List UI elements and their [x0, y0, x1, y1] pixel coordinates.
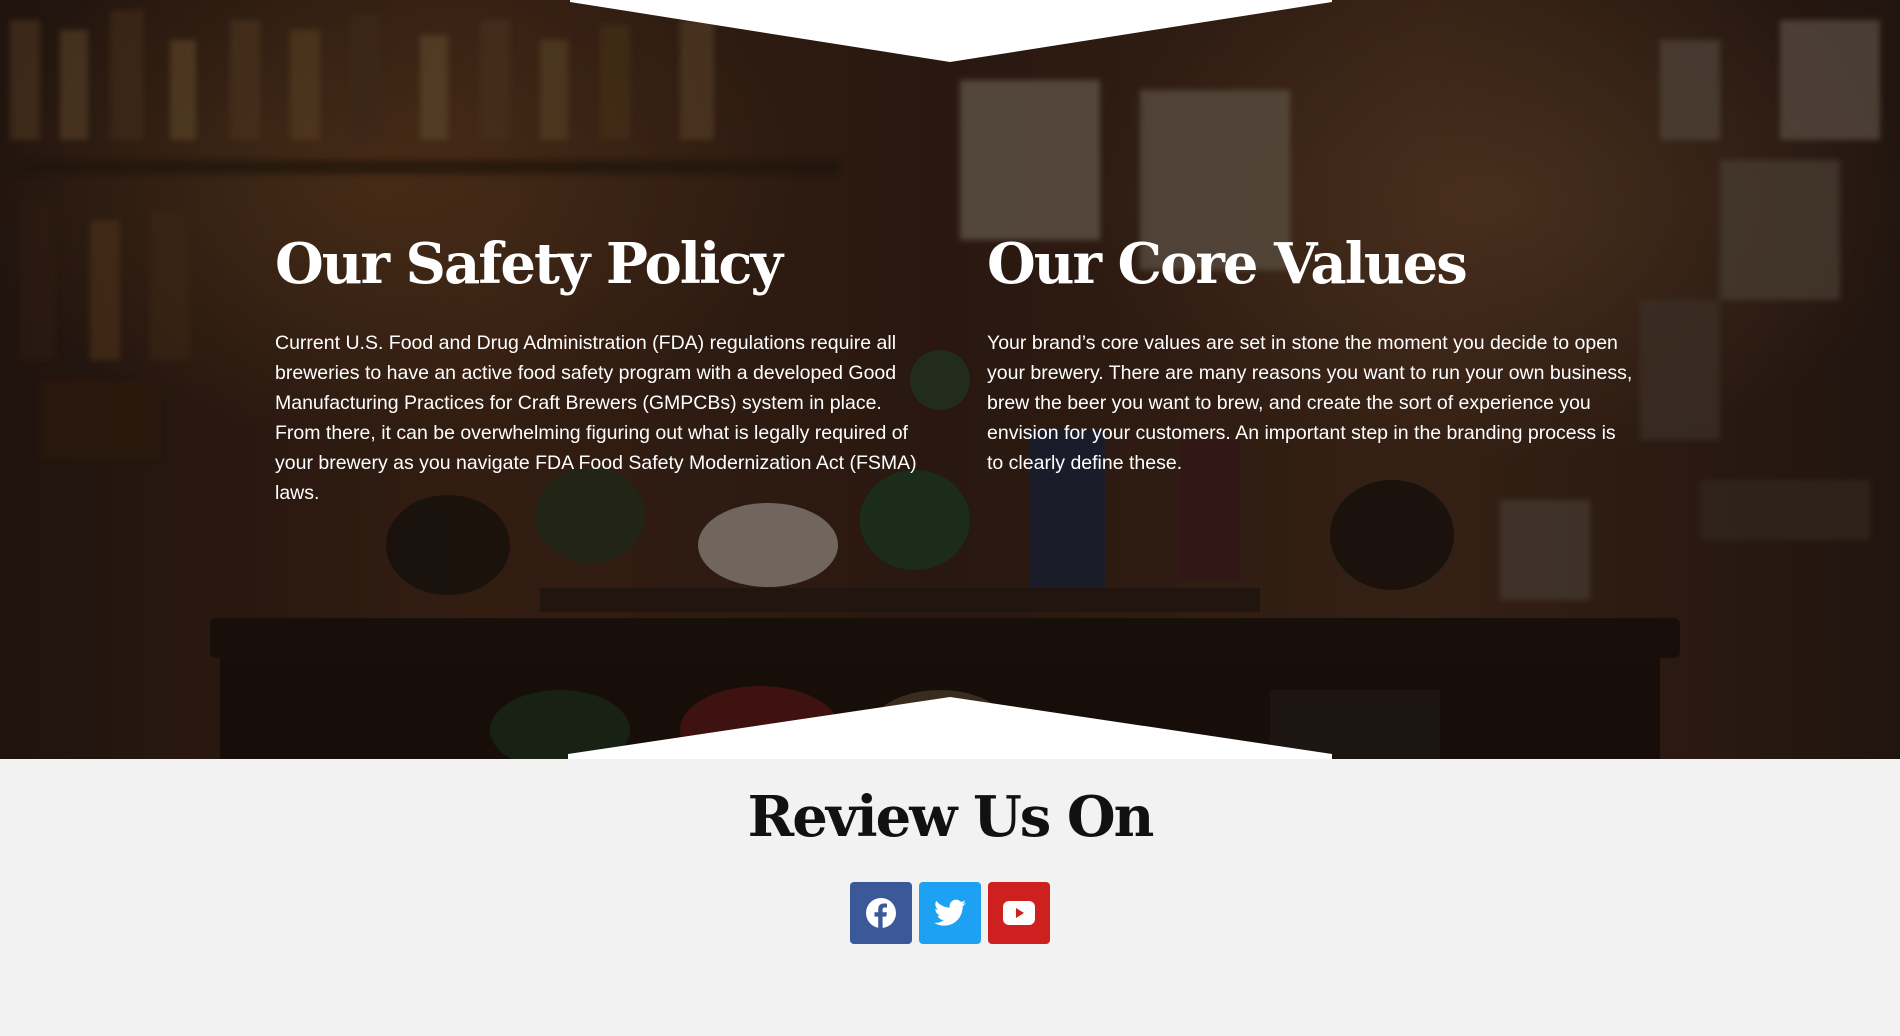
core-values-column: Our Core Values Your brand’s core values…	[987, 230, 1637, 478]
safety-policy-text: Current U.S. Food and Drug Administratio…	[275, 332, 917, 504]
facebook-icon	[866, 898, 896, 928]
youtube-icon	[1003, 901, 1035, 925]
safety-policy-column: Our Safety Policy Current U.S. Food and …	[275, 230, 925, 508]
review-heading: Review Us On	[747, 784, 1155, 850]
core-values-text: Your brand’s core values are set in ston…	[987, 332, 1633, 474]
twitter-button[interactable]	[919, 882, 981, 944]
bottom-shape-divider	[568, 697, 1332, 759]
facebook-button[interactable]	[850, 882, 912, 944]
review-section: Review Us On	[0, 759, 1900, 1036]
top-shape-divider	[570, 0, 1332, 62]
hero-section: Our Safety Policy Current U.S. Food and …	[0, 0, 1900, 759]
core-values-heading: Our Core Values	[987, 231, 1468, 297]
youtube-button[interactable]	[988, 882, 1050, 944]
safety-policy-heading: Our Safety Policy	[275, 231, 783, 297]
social-icons-row	[850, 882, 1052, 944]
twitter-icon	[934, 899, 966, 926]
